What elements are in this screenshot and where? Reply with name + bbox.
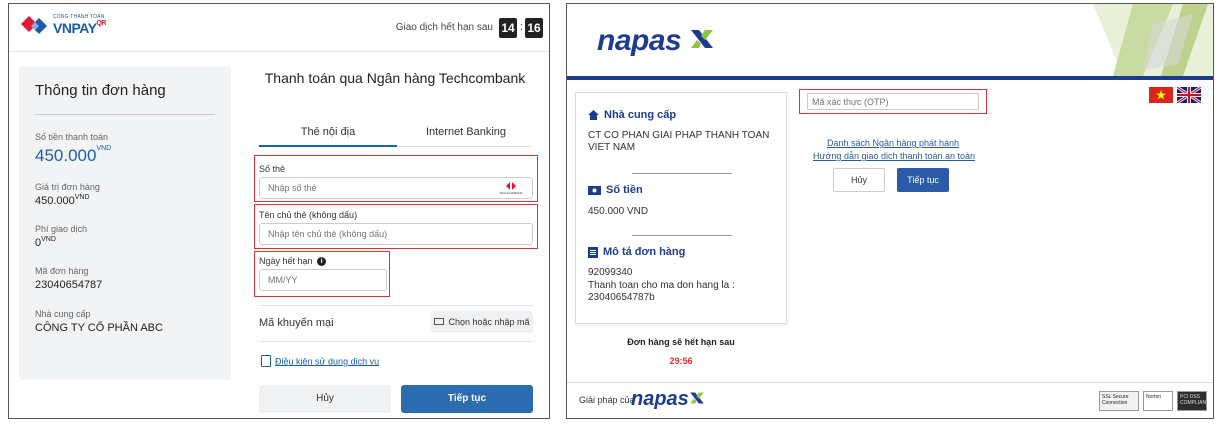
napas-amount-value: 450.000 VND xyxy=(588,206,649,217)
expire-countdown: 29:56 xyxy=(669,356,693,366)
list-icon xyxy=(588,246,598,258)
amount-value: 450.000VND xyxy=(35,145,112,165)
napas-continue-button[interactable]: Tiếp tục xyxy=(897,168,949,192)
card-number-input[interactable] xyxy=(259,177,533,199)
expiry-input[interactable] xyxy=(259,269,387,291)
promo-code-button[interactable]: Chọn hoặc nhập mã xyxy=(431,311,533,333)
ticket-icon xyxy=(434,318,445,326)
order-id-label: Mã đơn hàng xyxy=(35,266,89,276)
ssl-badge: SSL Secure Connection xyxy=(1099,391,1139,411)
bank-list-link[interactable]: Danh sách Ngân hàng phát hành xyxy=(813,138,973,148)
promo-divider-top xyxy=(259,305,533,306)
fee-value: 0VND xyxy=(35,236,56,249)
provider-heading: Nhà cung cấp xyxy=(588,109,676,121)
promo-label: Mã khuyến mại xyxy=(259,317,334,329)
footer-napas-x-icon xyxy=(690,392,704,404)
info-separator-2 xyxy=(632,235,732,236)
header-decoration-icon xyxy=(1093,4,1213,76)
uk-flag-icon[interactable] xyxy=(1177,87,1201,103)
techcombank-icon: TECHCOMBANK xyxy=(499,182,523,195)
provider-label: Nhà cung cấp xyxy=(35,309,91,319)
cancel-button[interactable]: Hủy xyxy=(259,385,391,413)
order-value: 450.000VND xyxy=(35,194,90,207)
description-heading: Mô tả đơn hàng xyxy=(588,246,685,258)
timer-label: Giao dịch hết hạn sau xyxy=(395,22,493,33)
terms-link[interactable]: Điều kiện sử dụng dịch vụ xyxy=(261,355,379,368)
safety-guide-link[interactable]: Hướng dẫn giao dịch thanh toán an toàn xyxy=(813,151,975,161)
order-value-label: Giá trị đơn hàng xyxy=(35,182,100,192)
vnpay-payment-panel: CỔNG THANH TOÁN VNPAYQR Giao dịch hết hạ… xyxy=(8,3,550,419)
napas-order-info: Nhà cung cấp CT CO PHAN GIAI PHAP THANH … xyxy=(575,92,787,324)
timer-separator: : xyxy=(519,21,523,33)
footer-text: Giải pháp của xyxy=(579,395,635,405)
napas-header: napas xyxy=(567,4,1213,76)
fee-label: Phí giao dịch xyxy=(35,224,88,234)
vnpay-logo-brand: VNPAYQR xyxy=(53,20,106,36)
info-icon[interactable]: i xyxy=(317,257,327,267)
expiry-label: Ngày hết hạn i xyxy=(259,256,327,267)
description-line-2: Thanh toan cho ma don hang la : 23040654… xyxy=(588,280,735,303)
card-number-wrapper: TECHCOMBANK xyxy=(259,177,533,199)
provider-name: CT CO PHAN GIAI PHAP THANH TOAN VIET NAM xyxy=(588,130,770,153)
vietnam-flag-icon[interactable] xyxy=(1149,87,1173,103)
money-icon xyxy=(588,185,601,195)
timer-minutes: 14 xyxy=(499,18,517,38)
tab-internet-banking[interactable]: Internet Banking xyxy=(397,126,535,138)
norton-badge: Norton xyxy=(1143,391,1173,411)
order-id: 23040654787 xyxy=(35,279,103,291)
payment-title: Thanh toán qua Ngân hàng Techcombank xyxy=(264,70,526,86)
description-line-1: 92099340 xyxy=(588,267,633,278)
amount-label: Số tiền thanh toán xyxy=(35,132,109,142)
svg-text:TECHCOMBANK: TECHCOMBANK xyxy=(499,191,522,195)
tab-active-indicator xyxy=(259,145,397,147)
napas-logo: napas xyxy=(597,24,715,58)
vnpay-logo-icon xyxy=(21,16,47,34)
order-info-title: Thông tin đơn hàng xyxy=(35,82,166,99)
amount-heading: Số tiền xyxy=(588,184,643,196)
document-icon xyxy=(261,355,271,367)
footer-napas-logo: napas xyxy=(631,388,705,411)
napas-cancel-button[interactable]: Hủy xyxy=(833,168,885,192)
info-separator-1 xyxy=(632,173,732,174)
vnpay-header: CỔNG THANH TOÁN VNPAYQR Giao dịch hết hạ… xyxy=(9,4,549,52)
order-info-box: Thông tin đơn hàng Số tiền thanh toán 45… xyxy=(19,66,231,380)
napas-header-band xyxy=(567,76,1213,80)
napas-footer: Giải pháp của napas SSL Secure Connectio… xyxy=(567,382,1213,418)
napas-payment-panel: napas Nhà cung cấp CT CO PHAN GIAI PHAP … xyxy=(566,3,1214,419)
card-holder-input[interactable] xyxy=(259,223,533,245)
napas-x-icon xyxy=(691,30,714,49)
home-icon xyxy=(588,110,599,121)
vnpay-logo: CỔNG THANH TOÁN VNPAYQR xyxy=(19,14,106,42)
timer-seconds: 16 xyxy=(525,18,543,38)
promo-divider-bottom xyxy=(259,341,533,342)
order-info-divider xyxy=(35,114,215,115)
card-holder-label: Tên chủ thẻ (không dấu) xyxy=(259,210,358,220)
card-number-label: Số thẻ xyxy=(259,164,286,174)
otp-input[interactable] xyxy=(807,93,979,110)
tab-domestic-card[interactable]: Thẻ nội địa xyxy=(259,126,397,138)
continue-button[interactable]: Tiếp tục xyxy=(401,385,533,413)
expire-label: Đơn hàng sẽ hết hạn sau xyxy=(627,337,735,347)
provider-name: CÔNG TY CỔ PHẦN ABC xyxy=(35,322,163,334)
pci-badge: PCI DSS COMPLIANT xyxy=(1177,391,1207,411)
